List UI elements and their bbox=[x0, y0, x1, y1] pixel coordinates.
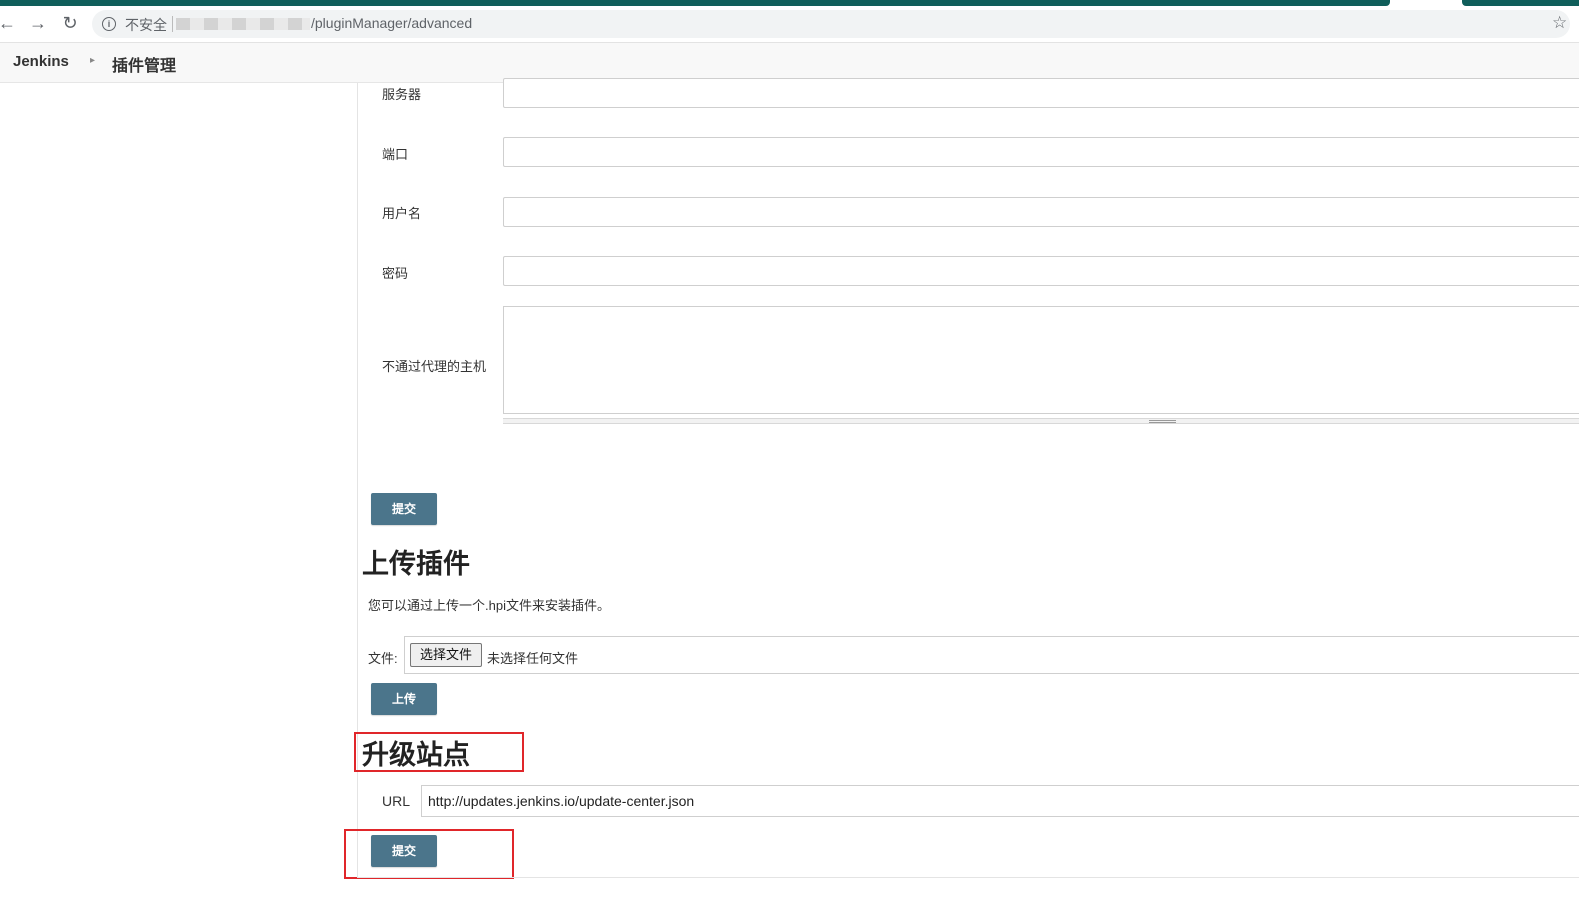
breadcrumb-current-page[interactable]: 插件管理 bbox=[112, 52, 176, 76]
url-label: URL bbox=[382, 793, 411, 809]
file-input-container bbox=[404, 636, 1579, 674]
highlight-box-title bbox=[354, 732, 524, 772]
no-proxy-hosts-textarea[interactable] bbox=[503, 306, 1579, 414]
redacted-host bbox=[176, 18, 310, 30]
server-input[interactable] bbox=[503, 78, 1579, 108]
update-site-url-input[interactable]: http://updates.jenkins.io/update-center.… bbox=[421, 785, 1579, 817]
username-input[interactable] bbox=[503, 197, 1579, 227]
password-label: 密码 bbox=[382, 266, 409, 281]
bookmark-star-icon[interactable]: ☆ bbox=[1552, 13, 1567, 33]
address-separator bbox=[172, 16, 173, 32]
forward-icon[interactable]: → bbox=[27, 12, 49, 34]
upload-button[interactable]: 上传 bbox=[371, 683, 437, 715]
highlight-box-submit bbox=[344, 829, 514, 879]
no-proxy-hosts-label: 不通过代理的主机 bbox=[382, 359, 487, 374]
username-label: 用户名 bbox=[382, 206, 422, 221]
chevron-right-icon: ▸ bbox=[90, 55, 96, 66]
upload-plugin-description: 您可以通过上传一个.hpi文件来安装插件。 bbox=[368, 598, 610, 613]
back-icon[interactable]: ← bbox=[0, 12, 18, 34]
grip-icon bbox=[1149, 420, 1176, 423]
password-input[interactable] bbox=[503, 256, 1579, 286]
breadcrumb-home-link[interactable]: Jenkins bbox=[13, 53, 69, 70]
security-label: 不安全 bbox=[125, 17, 167, 33]
port-label: 端口 bbox=[382, 147, 409, 162]
browser-toolbar: ← → ↻ i 不安全 /pluginManager/advanced ☆ bbox=[0, 6, 1579, 43]
upload-plugin-title: 上传插件 bbox=[362, 549, 470, 579]
proxy-submit-button[interactable]: 提交 bbox=[371, 493, 437, 525]
file-label: 文件: bbox=[368, 651, 398, 666]
bottom-divider bbox=[357, 877, 1579, 878]
choose-file-button[interactable]: 选择文件 bbox=[410, 643, 482, 667]
port-input[interactable] bbox=[503, 137, 1579, 167]
reload-icon[interactable]: ↻ bbox=[59, 12, 81, 34]
no-file-chosen-text: 未选择任何文件 bbox=[487, 651, 579, 666]
info-icon[interactable]: i bbox=[102, 17, 116, 31]
server-label: 服务器 bbox=[382, 87, 422, 102]
textarea-resize-handle[interactable] bbox=[503, 418, 1579, 424]
address-bar[interactable]: i 不安全 /pluginManager/advanced bbox=[92, 10, 1570, 38]
breadcrumb: Jenkins ▸ 插件管理 bbox=[0, 43, 1579, 83]
url-path: /pluginManager/advanced bbox=[311, 15, 473, 31]
